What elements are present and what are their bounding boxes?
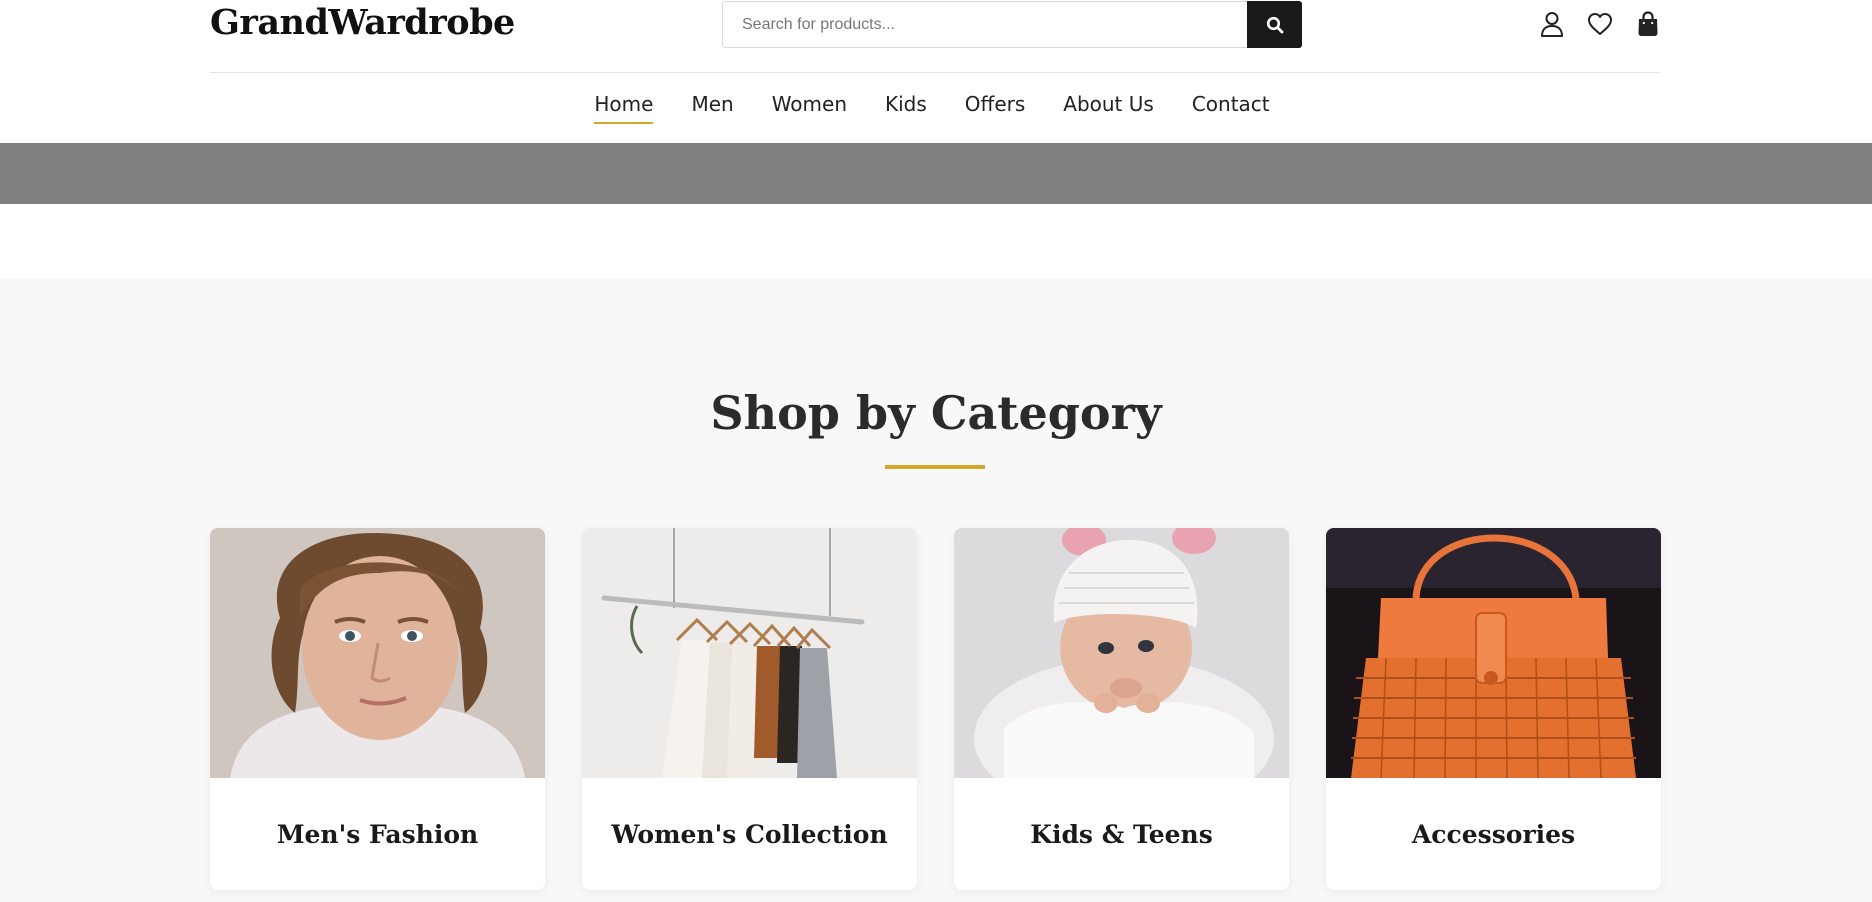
nav-contact[interactable]: Contact — [1192, 92, 1270, 124]
shopping-bag-icon — [1638, 11, 1658, 36]
category-card-womens-collection[interactable]: Women's Collection — [582, 528, 917, 890]
category-label: Kids & Teens — [1030, 819, 1213, 849]
nav-women[interactable]: Women — [772, 92, 847, 124]
site-logo[interactable]: GrandWardrobe — [210, 2, 515, 43]
site-header: GrandWardrobe Search for products... Hom… — [0, 0, 1872, 143]
account-button[interactable] — [1538, 10, 1566, 38]
nav-kids[interactable]: Kids — [885, 92, 927, 124]
cart-button[interactable] — [1634, 10, 1662, 38]
heart-icon — [1588, 13, 1612, 35]
womens-collection-image — [582, 528, 917, 778]
wishlist-button[interactable] — [1586, 10, 1614, 38]
nav-men[interactable]: Men — [691, 92, 733, 124]
search-icon — [1266, 16, 1283, 33]
nav-home[interactable]: Home — [594, 92, 654, 124]
category-label: Accessories — [1411, 819, 1576, 849]
accessories-image — [1326, 528, 1661, 778]
hero-banner — [0, 143, 1872, 204]
search-bar — [722, 1, 1302, 48]
section-title: Shop by Category — [710, 386, 1162, 440]
category-label: Men's Fashion — [276, 819, 479, 849]
category-card-mens-fashion[interactable]: Men's Fashion — [210, 528, 545, 890]
nav-offers[interactable]: Offers — [965, 92, 1025, 124]
main-nav: Home Men Women Kids Offers About Us Cont… — [0, 92, 1872, 124]
category-card-kids-teens[interactable]: Kids & Teens — [954, 528, 1289, 890]
category-label: Women's Collection — [611, 819, 888, 849]
title-underline — [885, 465, 985, 469]
category-cards: Men's Fashion Women's Collection Kids & … — [210, 528, 1661, 890]
mens-fashion-image — [210, 528, 545, 778]
header-actions — [1538, 10, 1662, 38]
search-input[interactable] — [723, 2, 1248, 47]
header-divider — [210, 72, 1660, 73]
kids-teens-image — [954, 528, 1289, 778]
user-icon — [1541, 12, 1563, 37]
shop-by-category-section: Shop by Category Men's Fashion Women's C… — [0, 279, 1872, 902]
search-button[interactable] — [1247, 1, 1302, 48]
category-card-accessories[interactable]: Accessories — [1326, 528, 1661, 890]
nav-about-us[interactable]: About Us — [1063, 92, 1154, 124]
